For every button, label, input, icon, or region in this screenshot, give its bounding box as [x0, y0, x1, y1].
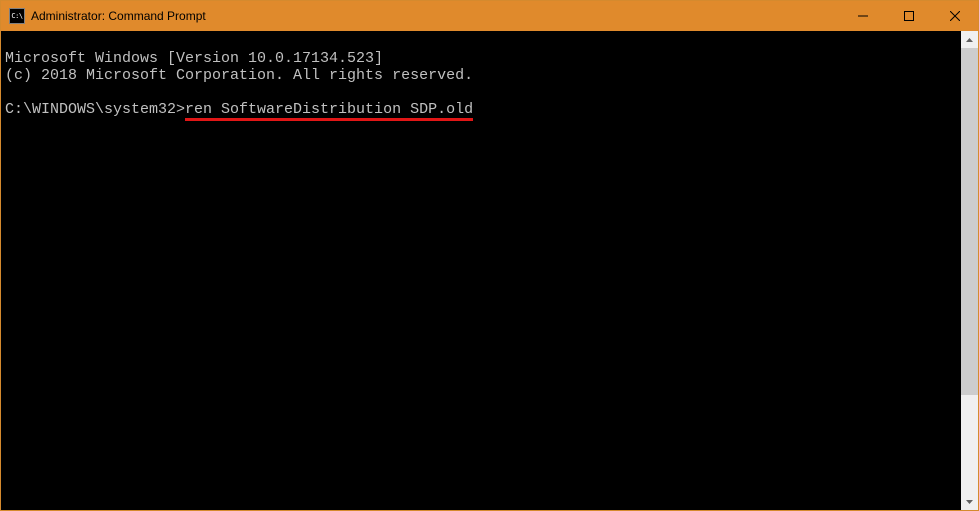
titlebar[interactable]: C:\ Administrator: Command Prompt — [1, 1, 978, 31]
scrollbar-thumb[interactable] — [961, 48, 978, 395]
maximize-icon — [904, 11, 914, 21]
minimize-button[interactable] — [840, 1, 886, 31]
output-line — [5, 84, 957, 101]
output-line: Microsoft Windows [Version 10.0.17134.52… — [5, 50, 957, 67]
command-prompt-window: C:\ Administrator: Command Prompt — [0, 0, 979, 511]
prompt-line: C:\WINDOWS\system32>ren SoftwareDistribu… — [5, 101, 957, 118]
terminal-output[interactable]: Microsoft Windows [Version 10.0.17134.52… — [1, 31, 961, 510]
close-icon — [950, 11, 960, 21]
close-button[interactable] — [932, 1, 978, 31]
output-line: (c) 2018 Microsoft Corporation. All righ… — [5, 67, 957, 84]
cmd-icon-text: C:\ — [11, 13, 22, 20]
scrollbar-track[interactable] — [961, 48, 978, 493]
vertical-scrollbar[interactable] — [961, 31, 978, 510]
cmd-icon: C:\ — [9, 8, 25, 24]
chevron-up-icon — [966, 38, 973, 42]
window-controls — [840, 1, 978, 31]
window-title: Administrator: Command Prompt — [31, 9, 840, 23]
maximize-button[interactable] — [886, 1, 932, 31]
chevron-down-icon — [966, 500, 973, 504]
command-input[interactable]: ren SoftwareDistribution SDP.old — [185, 101, 473, 118]
scroll-down-button[interactable] — [961, 493, 978, 510]
content-area: Microsoft Windows [Version 10.0.17134.52… — [1, 31, 978, 510]
scroll-up-button[interactable] — [961, 31, 978, 48]
minimize-icon — [858, 11, 868, 21]
prompt-text: C:\WINDOWS\system32> — [5, 101, 185, 118]
